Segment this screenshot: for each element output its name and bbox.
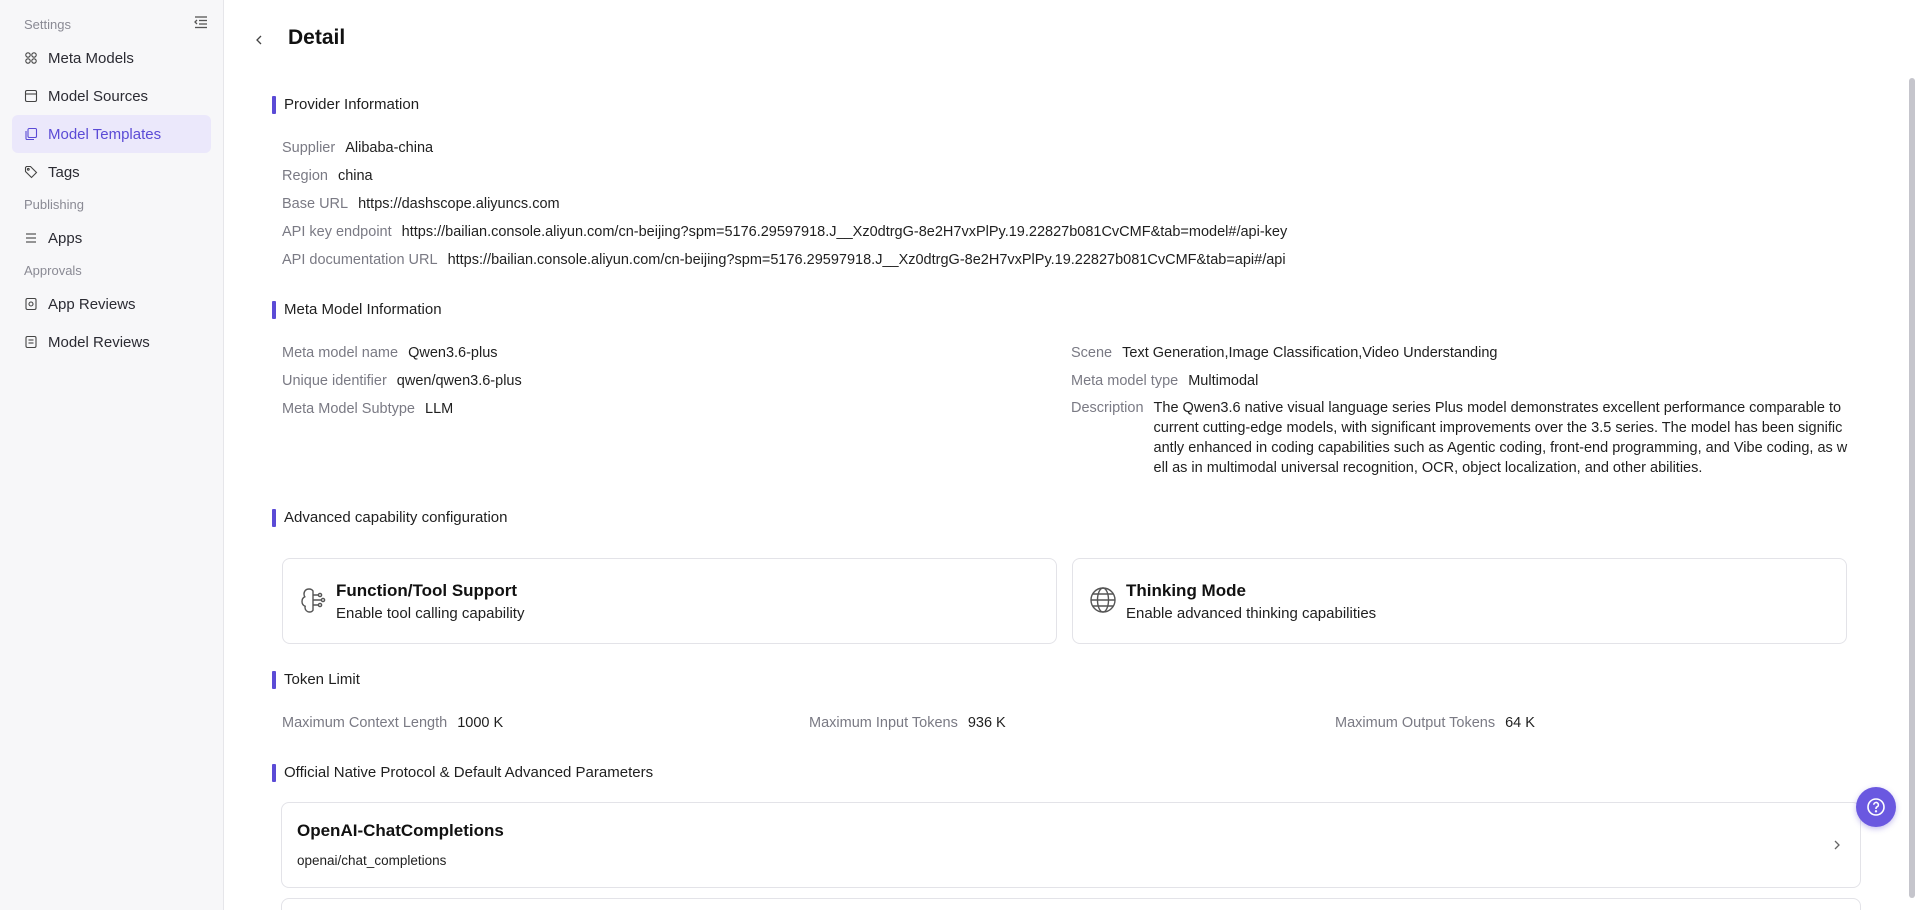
page-title: Detail [288,26,346,49]
tool-function-icon [301,588,326,613]
region-field: Region china [282,168,373,184]
capability-title: Thinking Mode [1126,581,1246,600]
api-doc-url-field: API documentation URL https://bailian.con… [282,252,1286,268]
capability-card-thinking-mode: Thinking Mode Enable advanced thinking c… [1072,558,1847,644]
model-sources-icon [24,89,38,103]
chevron-right-icon [1834,840,1840,850]
protocol-subtitle: openai/chat_completions [297,853,447,868]
sidebar-item-model-templates[interactable]: Model Templates [12,115,211,153]
sidebar-item-tags[interactable]: Tags [12,153,211,191]
sidebar-item-app-reviews[interactable]: App Reviews [12,285,211,323]
protocol-title: OpenAI-ChatCompletions [297,821,504,840]
sidebar-item-label: Meta Models [48,49,134,67]
help-button[interactable] [1856,787,1896,827]
max-input-tokens-field: Maximum Input Tokens 936 K [809,715,1006,731]
sidebar-item-meta-models[interactable]: Meta Models [12,39,211,77]
capability-description: Enable tool calling capability [336,605,525,622]
base-url-field: Base URL https://dashscope.aliyuncs.com [282,196,560,212]
capability-card-tool-support: Function/Tool Support Enable tool callin… [282,558,1057,644]
capability-description: Enable advanced thinking capabilities [1126,605,1377,622]
sidebar-group-settings: Settings [24,17,71,32]
model-reviews-icon [24,335,38,349]
section-title-token-limit: Token Limit [272,670,360,690]
meta-models-icon [24,51,38,65]
supplier-field: Supplier Alibaba-china [282,140,434,156]
sidebar-item-label: Model Reviews [48,333,150,351]
section-title-capabilities: Advanced capability configuration [272,508,507,528]
protocol-card-openai-chatcompletions[interactable]: OpenAI-ChatCompletions openai/chat_compl… [281,802,1861,888]
sidebar-item-label: Model Templates [48,125,162,143]
chevron-left-icon [256,35,262,45]
sidebar-item-apps[interactable]: Apps [12,219,211,257]
unique-identifier-field: Unique identifier qwen/qwen3.6-plus [282,373,522,389]
sidebar-item-label: App Reviews [48,295,136,313]
sidebar-item-label: Apps [48,229,83,247]
description-field: Description The Qwen3.6 native visual lan… [1071,400,1848,476]
help-icon [1867,798,1885,816]
meta-model-type-field: Meta model type Multimodal [1071,373,1259,389]
sidebar-item-label: Tags [48,163,80,181]
section-title-protocol: Official Native Protocol & Default Advan… [272,763,653,783]
main-scrollbar[interactable] [1909,78,1915,898]
section-title-meta-model: Meta Model Information [272,300,442,320]
sidebar-group-publishing: Publishing [24,197,84,212]
sidebar-item-model-reviews[interactable]: Model Reviews [12,323,211,361]
main-content: Detail Provider Information Supplier Alib… [225,0,1920,910]
collapse-sidebar-icon[interactable] [193,14,209,30]
back-button[interactable] [249,30,269,50]
meta-model-subtype-field: Meta Model Subtype LLM [282,401,454,417]
max-output-tokens-field: Maximum Output Tokens 64 K [1335,715,1535,731]
section-title-provider: Provider Information [272,95,419,115]
globe-icon [1090,587,1116,613]
sidebar-group-approvals: Approvals [24,263,82,278]
capability-title: Function/Tool Support [336,581,517,600]
tag-icon [24,165,38,179]
max-context-length-field: Maximum Context Length 1000 K [282,715,504,731]
model-templates-icon [24,127,38,141]
app-reviews-icon [24,297,38,311]
sidebar-item-label: Model Sources [48,87,149,105]
protocol-card-next[interactable] [281,898,1861,910]
apps-icon [24,231,38,245]
api-key-endpoint-field: API key endpoint https://bailian.console.… [282,224,1288,240]
sidebar: Settings Meta Models Model Sources Model… [0,0,224,910]
scene-field: Scene Text Generation,Image Classificatio… [1071,345,1498,361]
meta-model-name-field: Meta model name Qwen3.6-plus [282,345,498,361]
sidebar-item-model-sources[interactable]: Model Sources [12,77,211,115]
